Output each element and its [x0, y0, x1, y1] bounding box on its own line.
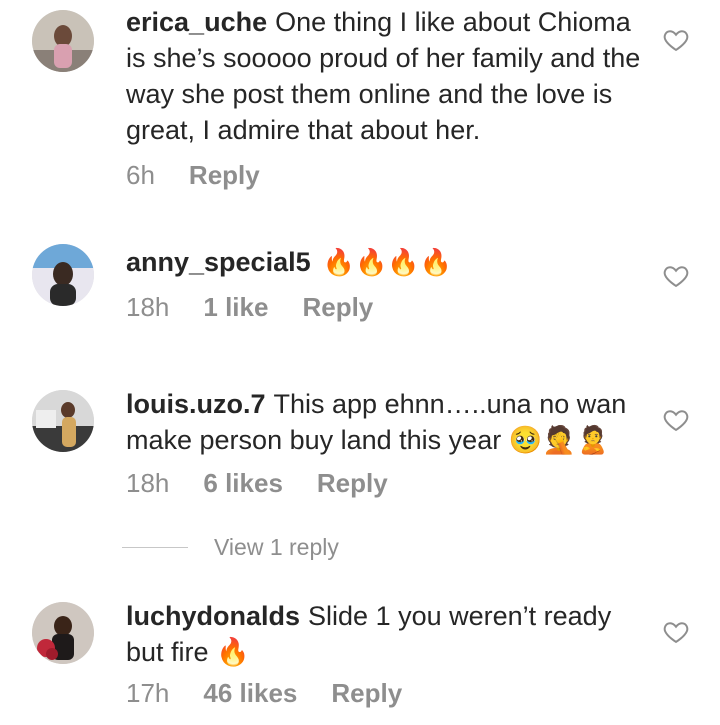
timestamp: 6h: [126, 160, 155, 190]
reply-button[interactable]: Reply: [302, 292, 373, 323]
comment-text: anny_special5 🔥🔥🔥🔥: [126, 244, 646, 280]
likes-count[interactable]: 46 likes: [203, 678, 297, 709]
avatar[interactable]: [32, 390, 94, 452]
username[interactable]: luchydonalds: [126, 601, 300, 631]
heart-outline-icon[interactable]: [662, 618, 690, 646]
username[interactable]: anny_special5: [126, 247, 311, 277]
avatar[interactable]: [32, 602, 94, 664]
timestamp: 18h: [126, 292, 170, 322]
comment-text: erica_uche One thing I like about Chioma …: [126, 7, 641, 145]
username[interactable]: louis.uzo.7: [126, 389, 266, 419]
timestamp: 18h: [126, 468, 170, 498]
heart-outline-icon[interactable]: [662, 262, 690, 290]
likes-count[interactable]: 1 like: [203, 292, 268, 323]
likes-count[interactable]: 6 likes: [203, 468, 283, 499]
timestamp: 17h: [126, 678, 170, 708]
avatar[interactable]: [32, 10, 94, 72]
view-replies-button[interactable]: View 1 reply: [122, 534, 339, 561]
username[interactable]: erica_uche: [126, 7, 267, 37]
reply-button[interactable]: Reply: [331, 678, 402, 709]
heart-outline-icon[interactable]: [662, 406, 690, 434]
comment-text: luchydonalds Slide 1 you weren’t ready bu…: [126, 601, 612, 667]
reply-button[interactable]: Reply: [189, 160, 260, 191]
reply-button[interactable]: Reply: [317, 468, 388, 499]
comment-text: louis.uzo.7 This app ehnn…..una no wan ma…: [126, 389, 627, 455]
view-replies-label: View 1 reply: [214, 534, 339, 560]
fire-emoji: 🔥🔥🔥🔥: [322, 247, 453, 277]
heart-outline-icon[interactable]: [662, 26, 690, 54]
avatar[interactable]: [32, 244, 94, 306]
divider: [122, 547, 188, 548]
